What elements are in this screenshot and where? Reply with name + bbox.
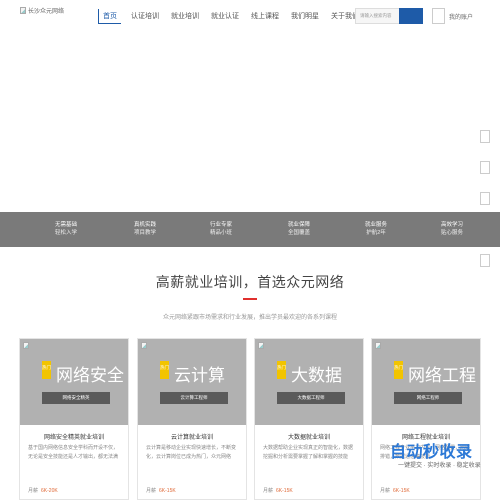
feature-item: 无需基础 轻松入学 bbox=[55, 221, 77, 237]
course-banner: 热门 网络工程 网络工程师 bbox=[372, 339, 480, 425]
course-banner-title: 网络安全 bbox=[56, 366, 124, 385]
salary-label: 月薪 bbox=[28, 488, 39, 494]
right-float-toolbar bbox=[476, 130, 496, 285]
banner-image-icon bbox=[375, 342, 381, 349]
hot-tag: 热门 bbox=[277, 361, 286, 379]
logo-alt-text: 长沙众元网络 bbox=[28, 9, 65, 15]
course-card[interactable]: 热门 云计算 云计算工程师 云计算就业培训 云计算是移动企业实现快速增长，不断变… bbox=[137, 338, 247, 500]
feature-item: 行业专家 精品小班 bbox=[210, 221, 232, 237]
banner-image-icon bbox=[23, 342, 29, 349]
feature-title: 就业服务 bbox=[365, 222, 388, 228]
features-strip: 无需基础 轻松入学 真机实践 项目教学 行业专家 精品小班 就业保障 全国覆盖 … bbox=[0, 212, 500, 247]
course-card[interactable]: 热门 大数据 大数据工程师 大数据就业培训 大数据帮助企业实现真正的智能化，数据… bbox=[254, 338, 364, 500]
feature-sub: 项目教学 bbox=[134, 230, 157, 236]
hero-banner bbox=[0, 34, 500, 212]
section-divider bbox=[243, 298, 257, 300]
hot-tag: 热门 bbox=[394, 361, 403, 379]
course-banner-title: 网络工程 bbox=[408, 366, 476, 385]
course-banner-subtitle: 网络工程师 bbox=[394, 392, 462, 404]
nav-stars[interactable]: 我们明星 bbox=[291, 9, 319, 24]
course-banner: 热门 大数据 大数据工程师 bbox=[255, 339, 363, 425]
feature-sub: 贴心服务 bbox=[441, 230, 464, 236]
course-salary: 月薪 6K-15K bbox=[380, 487, 410, 494]
feature-sub: 轻松入学 bbox=[55, 230, 78, 236]
nav-certification-training[interactable]: 认证培训 bbox=[131, 9, 159, 24]
float-phone-icon[interactable] bbox=[480, 161, 490, 174]
course-banner: 热门 云计算 云计算工程师 bbox=[138, 339, 246, 425]
feature-sub: 全国覆盖 bbox=[288, 230, 311, 236]
hot-tag: 热门 bbox=[160, 361, 169, 379]
nav-home[interactable]: 首页 bbox=[98, 9, 121, 24]
course-banner: 热门 网络安全 网络安全精英 bbox=[20, 339, 128, 425]
search-button[interactable] bbox=[399, 8, 423, 24]
course-name[interactable]: 大数据就业培训 bbox=[255, 432, 363, 441]
course-description: 大数据帮助企业实现真正的智能化，数据挖掘和分析需要掌握了解和掌握的技能 bbox=[263, 445, 354, 460]
user-avatar-icon[interactable] bbox=[432, 8, 445, 24]
my-account-link[interactable]: 我的账户 bbox=[449, 12, 473, 21]
banner-image-icon bbox=[141, 342, 147, 349]
section-description: 众元网络紧跟市场需求和行业发展，推出学员最欢迎的各系列课程 bbox=[162, 315, 337, 321]
feature-item: 就业服务 护航2年 bbox=[365, 221, 387, 237]
course-banner-subtitle: 云计算工程师 bbox=[160, 392, 228, 404]
course-banner-title: 云计算 bbox=[174, 366, 225, 385]
course-description: 云计算是移动企业实现快速增长，不断变化，云计算岗位已成为热门，众元网络 bbox=[146, 445, 237, 460]
course-salary: 月薪 6K-20K bbox=[28, 487, 58, 494]
logo-image-icon bbox=[20, 7, 26, 14]
course-description: 基于国内网络信息安全学科而开设不仅，无论是安全技能还是人才输出，都无法满 bbox=[28, 445, 119, 460]
watermark-tagline: 一键提交 · 实时收录 · 稳定收录 bbox=[398, 463, 481, 469]
salary-label: 月薪 bbox=[146, 488, 157, 494]
salary-value: 6K-20K bbox=[41, 488, 58, 494]
nav-online-courses[interactable]: 线上课程 bbox=[251, 9, 279, 24]
float-extra-icon[interactable] bbox=[480, 254, 490, 267]
feature-item: 真机实践 项目教学 bbox=[134, 221, 156, 237]
salary-value: 6K-15K bbox=[159, 488, 176, 494]
feature-title: 行业专家 bbox=[210, 222, 233, 228]
salary-label: 月薪 bbox=[263, 488, 274, 494]
course-name[interactable]: 网络安全精英就业培训 bbox=[20, 432, 128, 441]
site-logo[interactable]: 长沙众元网络 bbox=[20, 6, 64, 15]
float-qrcode-icon[interactable] bbox=[480, 192, 490, 205]
nav-employment-certification[interactable]: 就业认证 bbox=[211, 9, 239, 24]
feature-sub: 精品小班 bbox=[210, 230, 233, 236]
feature-item: 高效学习 贴心服务 bbox=[441, 221, 463, 237]
feature-title: 真机实践 bbox=[134, 222, 157, 228]
feature-title: 高效学习 bbox=[441, 222, 464, 228]
watermark-title: 自动秒收录 bbox=[390, 444, 473, 461]
course-salary: 月薪 6K-15K bbox=[146, 487, 176, 494]
course-banner-subtitle: 大数据工程师 bbox=[277, 392, 345, 404]
search-input[interactable]: 请输入搜索内容 bbox=[355, 8, 399, 24]
course-banner-title: 大数据 bbox=[291, 366, 342, 385]
feature-title: 无需基础 bbox=[55, 222, 78, 228]
course-card[interactable]: 热门 网络安全 网络安全精英 网络安全精英就业培训 基于国内网络信息安全学科而开… bbox=[19, 338, 129, 500]
watermark-logo: 自动秒收录 一键提交 · 实时收录 · 稳定收录 bbox=[390, 438, 500, 478]
main-nav: 首页 认证培训 就业培训 就业认证 线上课程 我们明星 关于我们 bbox=[98, 9, 371, 24]
course-name[interactable]: 云计算就业培训 bbox=[138, 432, 246, 441]
feature-title: 就业保障 bbox=[288, 222, 311, 228]
site-header: 长沙众元网络 首页 认证培训 就业培训 就业认证 线上课程 我们明星 关于我们 … bbox=[0, 0, 500, 34]
feature-sub: 护航2年 bbox=[366, 230, 386, 236]
course-banner-subtitle: 网络安全精英 bbox=[42, 392, 110, 404]
hot-tag: 热门 bbox=[42, 361, 51, 379]
nav-employment-training[interactable]: 就业培训 bbox=[171, 9, 199, 24]
banner-image-icon bbox=[258, 342, 264, 349]
feature-item: 就业保障 全国覆盖 bbox=[288, 221, 310, 237]
course-salary: 月薪 6K-15K bbox=[263, 487, 293, 494]
salary-value: 6K-15K bbox=[393, 488, 410, 494]
float-chat-icon[interactable] bbox=[480, 130, 490, 143]
salary-label: 月薪 bbox=[380, 488, 391, 494]
section-title: 高薪就业培训，首选众元网络 bbox=[155, 274, 345, 290]
salary-value: 6K-15K bbox=[276, 488, 293, 494]
